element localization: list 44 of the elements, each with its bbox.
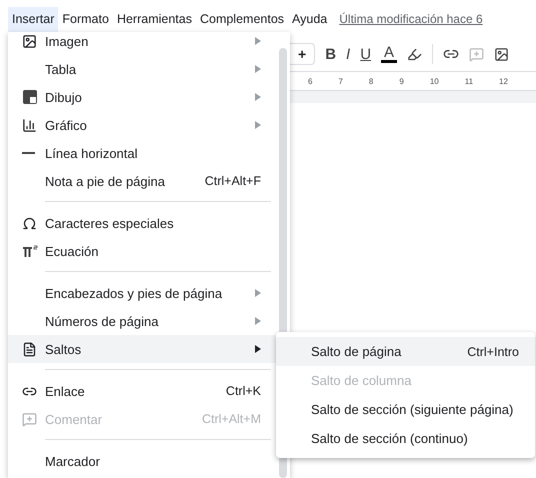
ruler-number: 11 [464,76,474,86]
horizontal-line-icon [22,152,35,154]
ruler-number: 8 [368,76,374,86]
menu-item[interactable]: Ecuación [8,237,279,265]
last-edit-link[interactable]: Última modificación hace 6 [339,12,483,26]
menu-item[interactable]: Caracteres especiales [8,209,279,237]
menu-tab[interactable]: Herramientas [112,6,196,32]
image-icon[interactable] [494,46,510,62]
italic-button[interactable]: I [346,46,350,62]
submenu-item[interactable]: Salto de sección (siguiente página) [276,395,535,424]
pi-icon [22,244,38,258]
comment-icon [22,412,37,426]
menu-item[interactable]: Saltos [8,335,279,363]
ruler-number: 12 [499,76,508,86]
submenu-item[interactable]: Salto de sección (continuo) [276,424,535,453]
menu-item[interactable]: Dibujo [8,83,279,111]
ruler-number: 10 [430,76,439,86]
menu-item[interactable]: Gráfico [8,111,279,139]
chart-icon [22,118,37,132]
font-size-plus-button[interactable]: + [290,43,316,65]
ruler-number: 7 [338,76,343,86]
text-color-button[interactable]: A [381,45,398,63]
menu-tab[interactable]: Insertar [8,6,58,32]
menu-item[interactable]: Nota a pie de página Ctrl+Alt+F [8,167,279,195]
menu-item[interactable]: Marcador [8,447,279,475]
image-icon [22,34,37,48]
omega-icon [22,216,37,230]
menu-tab[interactable]: Formato [58,6,113,32]
menu-item[interactable]: Tabla [8,55,279,83]
highlighter-icon[interactable] [407,46,422,62]
menu-item[interactable]: Números de página [8,307,279,335]
menu-item[interactable]: Línea horizontal [8,139,279,167]
menu-item[interactable]: Encabezados y pies de página [8,279,279,307]
bold-button[interactable]: B [325,46,336,62]
menu-tab[interactable]: Complementos [196,6,288,32]
ruler-number: 9 [399,76,404,86]
menu-item[interactable]: Enlace Ctrl+K [8,377,279,405]
ruler-number: 6 [308,76,312,86]
menu-tab[interactable]: Ayuda [288,6,332,32]
menu-item[interactable]: Imagen [8,32,279,55]
page-break-icon [22,342,37,356]
underline-button[interactable]: U [360,46,372,62]
shapes-icon [22,89,38,105]
submenu-item[interactable]: Salto de página Ctrl+Intro [276,337,535,366]
